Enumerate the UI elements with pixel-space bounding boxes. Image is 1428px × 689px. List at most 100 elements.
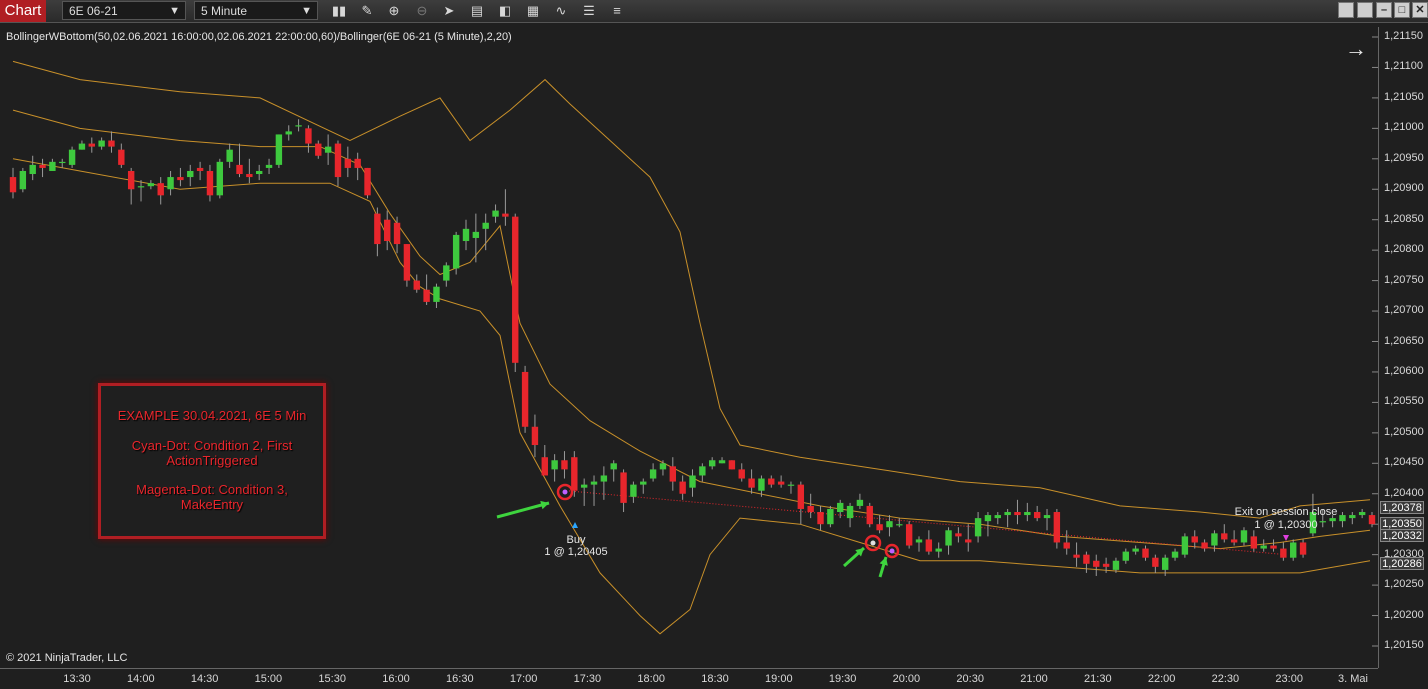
green-arrow-icon xyxy=(496,501,550,519)
time-tick-label: 17:00 xyxy=(509,673,538,685)
candle-body xyxy=(502,213,509,217)
candle xyxy=(364,167,371,199)
candle xyxy=(1191,530,1198,549)
candle-body xyxy=(452,234,460,269)
candle-body xyxy=(334,143,342,178)
candle xyxy=(708,457,716,470)
candle-body xyxy=(1083,554,1090,564)
cyan-dot-marker xyxy=(870,540,876,546)
candle xyxy=(374,207,381,257)
candle xyxy=(285,125,292,141)
candle-body xyxy=(531,426,539,446)
chart-title: BollingerWBottom(50,02.06.2021 16:00:00,… xyxy=(6,31,512,43)
chart-tab[interactable]: Chart xyxy=(0,0,46,22)
pencil-icon[interactable]: ✎ xyxy=(358,2,376,20)
candle-body xyxy=(1122,551,1130,561)
time-tick-label: 14:30 xyxy=(190,673,219,685)
candle xyxy=(423,274,430,305)
candle-body xyxy=(1181,536,1189,555)
candle-body xyxy=(305,128,312,144)
candle xyxy=(856,493,864,509)
arrow-right-icon[interactable]: → xyxy=(1345,36,1367,62)
candle-body xyxy=(856,499,864,506)
candle-body xyxy=(374,213,381,245)
indicators-icon[interactable]: ▦ xyxy=(524,2,542,20)
candle-body xyxy=(492,210,499,217)
candle-body xyxy=(886,521,893,528)
note-line-2: Cyan-Dot: Condition 2, First xyxy=(131,438,293,453)
price-tick-label: 1,20150 xyxy=(1384,639,1424,651)
candle xyxy=(846,502,854,528)
candle xyxy=(502,189,509,226)
candle-body xyxy=(521,371,529,427)
candle-body xyxy=(1230,539,1238,543)
candle xyxy=(896,518,903,528)
interval-selector[interactable]: 5 Minute ▼ xyxy=(194,1,318,20)
strategies-icon[interactable]: ∿ xyxy=(552,2,570,20)
candle-body xyxy=(1368,515,1376,525)
candle xyxy=(384,210,391,251)
candle xyxy=(699,463,706,482)
candle-body xyxy=(265,164,273,168)
candle-body xyxy=(1024,512,1031,516)
zoom-out-icon[interactable]: ⊖ xyxy=(413,2,431,20)
price-tick-label: 1,20950 xyxy=(1384,151,1424,164)
instrument-selector[interactable]: 6E 06-21 ▼ xyxy=(62,1,186,20)
note-line-5: MakeEntry xyxy=(180,497,244,512)
candle xyxy=(718,457,726,464)
tile-icon[interactable] xyxy=(1338,2,1354,18)
candle xyxy=(551,454,558,482)
candle-body xyxy=(1073,554,1080,558)
note-line-1: EXAMPLE 30.04.2021, 6E 5 Min xyxy=(117,408,307,423)
properties-icon[interactable]: ☰ xyxy=(580,2,598,20)
price-tick-label: 1,21100 xyxy=(1384,60,1423,73)
candle-body xyxy=(1093,560,1100,567)
candle xyxy=(177,167,184,187)
candle-body xyxy=(846,505,854,519)
time-tick-label: 21:00 xyxy=(1020,673,1048,685)
candle xyxy=(1260,539,1267,552)
candle-body xyxy=(1329,518,1336,522)
bar-type-icon[interactable]: ▮▮ xyxy=(330,2,348,20)
instrument-value: 6E 06-21 xyxy=(69,4,118,18)
time-tick-label: 18:00 xyxy=(637,673,665,685)
candle xyxy=(1358,508,1366,519)
candle xyxy=(108,131,115,153)
candle-body xyxy=(699,466,706,476)
price-chart[interactable] xyxy=(0,27,1378,668)
list-icon[interactable]: ≡ xyxy=(608,2,626,20)
candle-body xyxy=(393,222,401,245)
candle xyxy=(817,505,824,531)
chart-trader-icon[interactable]: ◧ xyxy=(496,2,514,20)
data-box-icon[interactable]: ▤ xyxy=(468,2,486,20)
close-icon[interactable]: ✕ xyxy=(1412,2,1428,18)
pointer-icon[interactable]: ➤ xyxy=(440,2,458,20)
magenta-dot-marker xyxy=(562,489,568,495)
candle-body xyxy=(1102,563,1110,567)
candle xyxy=(886,515,893,537)
minimize-icon[interactable]: – xyxy=(1376,2,1392,18)
candle-body xyxy=(837,502,844,513)
candle xyxy=(315,140,322,159)
candle xyxy=(413,274,420,293)
candle xyxy=(777,475,785,488)
buy-execution-marker xyxy=(572,522,578,528)
candle-body xyxy=(157,183,164,196)
zoom-in-icon[interactable]: ⊕ xyxy=(385,2,403,20)
candle-body xyxy=(403,244,411,281)
candle-body xyxy=(1014,512,1021,516)
candle-body xyxy=(1260,545,1267,549)
maximize-all-icon[interactable] xyxy=(1357,2,1373,18)
candle-body xyxy=(807,505,814,513)
candle-body xyxy=(324,146,332,153)
price-tick-label: 1,20850 xyxy=(1384,212,1424,225)
candle-body xyxy=(580,484,588,488)
candle xyxy=(1171,548,1179,561)
candle-body xyxy=(1221,533,1228,540)
candle-body xyxy=(1112,560,1120,570)
restore-icon[interactable]: □ xyxy=(1394,2,1410,18)
candle-body xyxy=(1299,542,1307,555)
candle-body xyxy=(68,149,76,165)
candle-body xyxy=(945,530,952,546)
candle xyxy=(1014,499,1021,525)
